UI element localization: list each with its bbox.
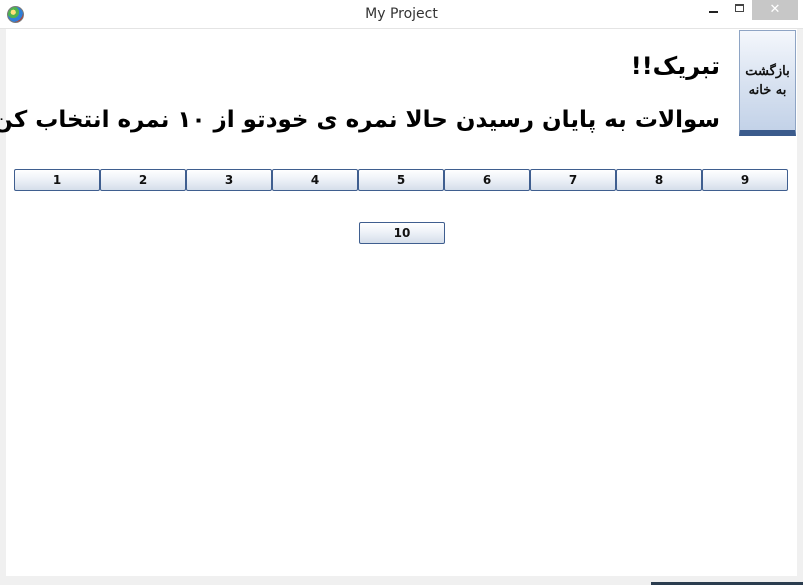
score-button-7[interactable]: 7: [530, 169, 616, 191]
score-button-6[interactable]: 6: [444, 169, 530, 191]
congrats-heading: تبریک!!: [630, 52, 720, 80]
score-button-row: 1 2 3 4 5 6 7 8 9: [14, 169, 788, 191]
score-button-10[interactable]: 10: [359, 222, 445, 244]
home-button[interactable]: بازگشت به خانه: [739, 30, 796, 136]
close-button[interactable]: ✕: [752, 0, 798, 20]
minimize-button[interactable]: [699, 0, 727, 20]
minimize-icon: [709, 11, 718, 13]
maximize-icon: [735, 4, 744, 12]
close-icon: ✕: [769, 2, 781, 17]
score-button-4[interactable]: 4: [272, 169, 358, 191]
score-button-3[interactable]: 3: [186, 169, 272, 191]
maximize-button[interactable]: [727, 0, 752, 20]
instruction-text: سوالات به پایان رسیدن حالا نمره ی خودتو …: [0, 107, 720, 133]
score-button-5[interactable]: 5: [358, 169, 444, 191]
score-button-8[interactable]: 8: [616, 169, 702, 191]
title-bar: My Project ✕: [0, 0, 803, 29]
window-frame-right: [797, 29, 803, 585]
window-title: My Project: [365, 6, 438, 22]
score-button-9[interactable]: 9: [702, 169, 788, 191]
score-button-1[interactable]: 1: [14, 169, 100, 191]
score-button-2[interactable]: 2: [100, 169, 186, 191]
